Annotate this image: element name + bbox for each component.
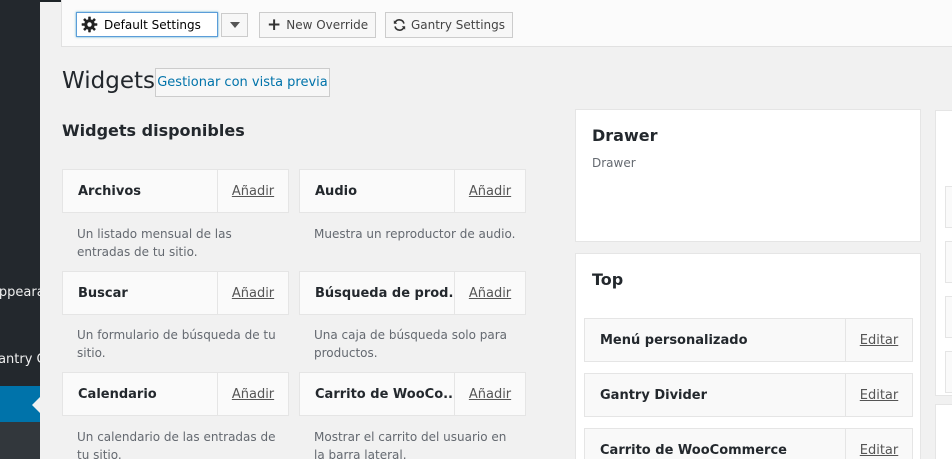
add-widget-button[interactable]: Añadir [217,170,288,212]
widget-name: Archivos [78,183,142,199]
placed-widget[interactable]: Carrito de WooCommerce Editar [584,428,913,459]
placed-widget-name: Gantry Divider [600,387,708,403]
widget-audio[interactable]: Audio Añadir [299,169,526,213]
gantry-settings-button[interactable]: Gantry Settings [385,12,513,38]
add-widget-button[interactable]: Añadir [454,373,525,415]
placed-widget-name: Menú personalizado [600,332,748,348]
edit-widget-button[interactable]: Editar [845,319,912,361]
add-widget-button[interactable]: Añadir [454,272,525,314]
widget-area-top[interactable]: Top Menú personalizado Editar Gantry Div… [575,253,921,459]
area-description: Drawer [592,156,636,170]
widget-description: Una caja de búsqueda solo para productos… [314,328,508,360]
manage-with-preview-button[interactable]: Gestionar con vista previa [155,68,330,97]
widget-description: Mostrar el carrito del usuario en la bar… [314,430,507,459]
settings-dropdown-button[interactable] [221,13,248,37]
available-widgets-title: Widgets disponibles [62,121,245,140]
refresh-icon [393,19,406,31]
sidebar-item-appearance[interactable]: Appearance [0,285,40,300]
widget-archivos[interactable]: Archivos Añadir [62,169,289,213]
admin-sidebar: Appearance Gantry Console [0,0,40,459]
settings-select[interactable]: Default Settings [76,12,218,37]
widget-name: Calendario [78,386,157,402]
sidebar-current-arrow [32,397,40,413]
sidebar-item-gantry-console[interactable]: Gantry Console [0,352,40,367]
widget-area-drawer[interactable]: Drawer Drawer [575,109,921,242]
placed-widget[interactable]: Gantry Divider Editar [584,373,913,417]
edit-widget-button[interactable]: Editar [845,429,912,459]
widget-description: Un calendario de las entradas de tu siti… [77,430,276,459]
settings-select-value: Default Settings [104,17,201,32]
sidebar-submenu [0,422,40,459]
placed-widget-partial[interactable] [945,186,952,228]
widget-description: Un listado mensual de las entradas de tu… [77,227,232,259]
widget-area-partial-2[interactable] [935,404,952,459]
add-widget-button[interactable]: Añadir [217,272,288,314]
widget-name: Búsqueda de prod... [315,285,454,301]
widget-name: Carrito de WooCo... [315,386,454,402]
placed-widget[interactable]: Menú personalizado Editar [584,318,913,362]
area-title: Drawer [592,126,658,145]
gantry-toolbar: Default Settings + New Override Gantry S… [61,0,952,47]
placed-widget-name: Carrito de WooCommerce [600,442,787,458]
chevron-down-icon [229,22,240,28]
placed-widget-partial[interactable] [945,296,952,338]
widget-name: Audio [315,183,358,199]
page-title: Widgets [62,68,155,94]
widget-description: Muestra un reproductor de audio. [314,227,516,241]
add-widget-button[interactable]: Añadir [454,170,525,212]
add-widget-button[interactable]: Añadir [217,373,288,415]
edit-widget-button[interactable]: Editar [845,374,912,416]
widget-name: Buscar [78,285,128,301]
placed-widget-partial[interactable] [945,241,952,283]
gear-icon [81,16,98,33]
plus-icon: + [267,14,282,35]
widget-buscar[interactable]: Buscar Añadir [62,271,289,315]
widget-description: Un formulario de búsqueda de tu sitio. [77,328,276,360]
new-override-label: New Override [286,18,369,32]
widget-carrito-woocommerce[interactable]: Carrito de WooCo... Añadir [299,372,526,416]
new-override-button[interactable]: + New Override [259,12,376,38]
placed-widget-partial[interactable] [945,351,952,393]
area-title: Top [592,270,624,289]
widget-busqueda-productos[interactable]: Búsqueda de prod... Añadir [299,271,526,315]
widget-area-partial[interactable] [935,110,952,396]
gantry-settings-label: Gantry Settings [410,18,505,32]
widget-calendario[interactable]: Calendario Añadir [62,372,289,416]
